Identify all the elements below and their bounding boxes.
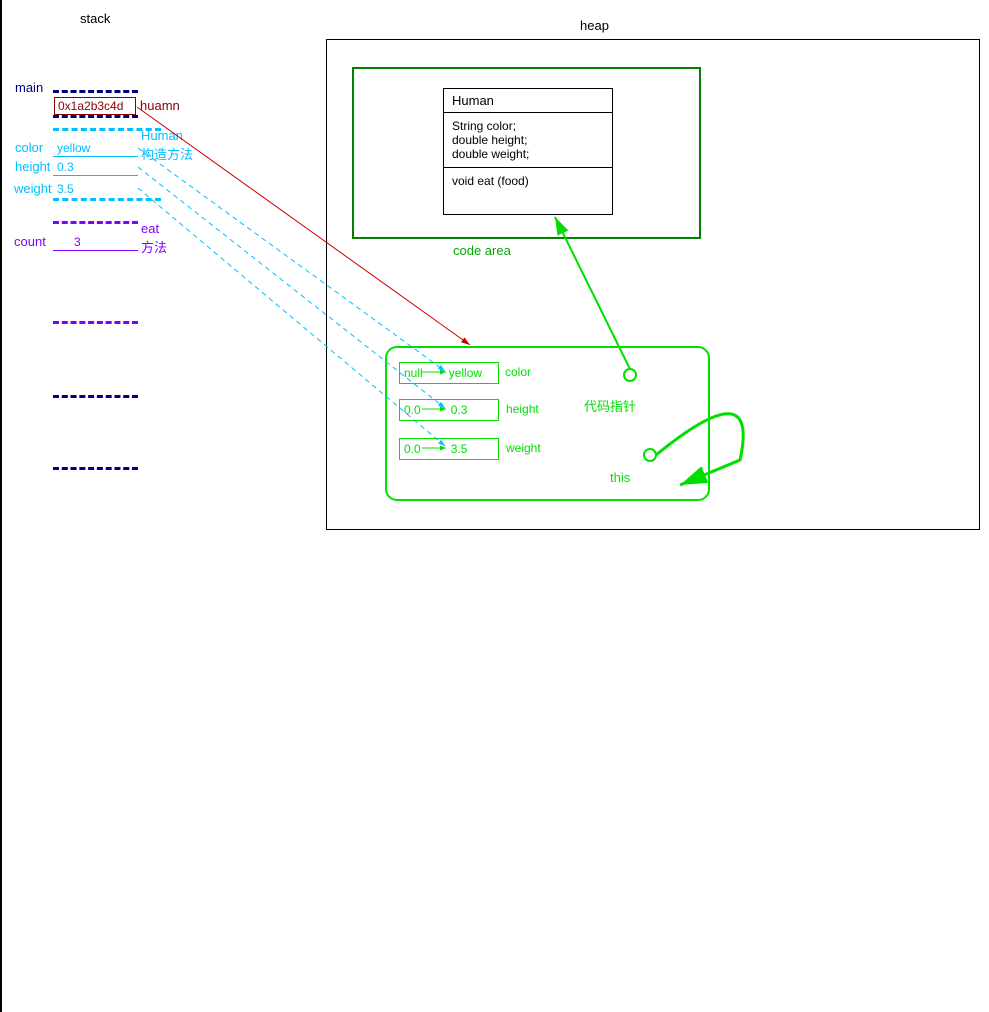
class-method: void eat (food) [444,168,612,194]
height-line [53,175,138,176]
obj-weight-box: 0.0 3.5 [399,438,499,460]
navy-dash-b2 [53,467,138,470]
main-label: main [15,80,43,95]
field-weight: double weight; [452,147,604,161]
eat-dash-top [53,221,138,224]
human-constructor-label: Human [141,128,183,143]
obj-color-box: null yellow [399,362,499,384]
weight-dash [53,198,161,201]
obj-height-new: 0.3 [451,403,468,417]
code-area-label: code area [453,243,511,258]
address-cell: 0x1a2b3c4d [54,97,136,115]
main-dash [53,90,138,93]
color-line [53,156,138,157]
obj-color-old: null [404,366,423,380]
stack-left-border [0,0,2,506]
color-value: yellow [57,141,90,155]
height-label: height [15,159,50,174]
purple-dash-2 [53,321,138,324]
human-var-label: huamn [140,98,180,113]
class-fields: String color; double height; double weig… [444,113,612,168]
weight-value: 3.5 [57,182,74,196]
class-name: Human [444,89,612,113]
count-label: count [14,234,46,249]
navy-dash-b1 [53,395,138,398]
main-end-dash [53,115,138,118]
heap-title: heap [580,18,609,33]
obj-color-label: color [505,365,531,379]
obj-height-old: 0.0 [404,403,421,417]
obj-height-label: height [506,402,539,416]
field-color: String color; [452,119,604,133]
code-pointer-label: 代码指针 [584,396,636,415]
count-value: 3 [74,235,81,249]
obj-weight-new: 3.5 [451,442,468,456]
obj-weight-old: 0.0 [404,442,421,456]
field-height: double height; [452,133,604,147]
obj-weight-label: weight [506,441,541,455]
stack-title: stack [80,11,110,26]
obj-height-box: 0.0 0.3 [399,399,499,421]
height-value: 0.3 [57,160,74,174]
color-label: color [15,140,43,155]
class-name-text: Human [452,93,494,108]
obj-color-new: yellow [449,366,482,380]
this-label: this [610,470,630,485]
stack-right-border [0,506,2,1012]
constructor-note: 构造方法 [141,144,193,163]
method-note: 方法 [141,237,167,256]
human-class-box: Human String color; double height; doubl… [443,88,613,215]
count-line [53,250,138,251]
weight-label: weight [14,181,52,196]
eat-label: eat [141,221,159,236]
